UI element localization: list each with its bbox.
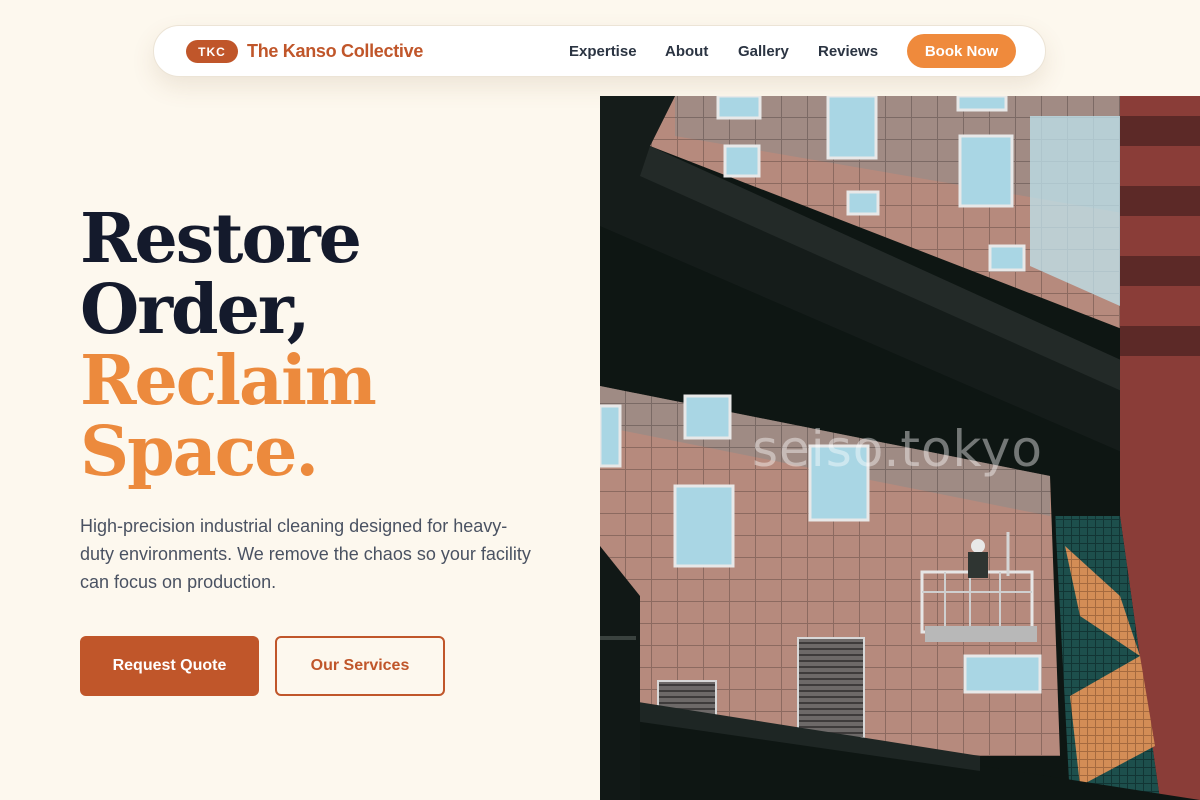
hero-headline: Restore Order, Reclaim Space. [80, 199, 377, 492]
nav-link-expertise[interactable]: Expertise [569, 43, 637, 60]
headline-line-1: Restore [80, 199, 362, 279]
brand-name[interactable]: The Kanso Collective [247, 41, 423, 62]
nav-link-reviews[interactable]: Reviews [818, 43, 878, 60]
logo-badge[interactable]: TKC [186, 40, 238, 63]
our-services-button[interactable]: Our Services [275, 636, 445, 696]
headline-line-3: Reclaim [80, 341, 377, 421]
request-quote-button[interactable]: Request Quote [80, 636, 259, 696]
image-watermark: seiso.tokyo [752, 420, 1043, 478]
headline-line-4: Space. [80, 412, 319, 492]
book-now-button[interactable]: Book Now [907, 34, 1016, 68]
nav-link-about[interactable]: About [665, 43, 708, 60]
nav-link-gallery[interactable]: Gallery [738, 43, 789, 60]
headline-line-2: Order, [80, 270, 310, 350]
hero-subtitle: High-precision industrial cleaning desig… [80, 516, 531, 592]
top-navbar: TKC The Kanso Collective Expertise About… [153, 25, 1046, 77]
hero-photo: seiso.tokyo [600, 96, 1200, 800]
